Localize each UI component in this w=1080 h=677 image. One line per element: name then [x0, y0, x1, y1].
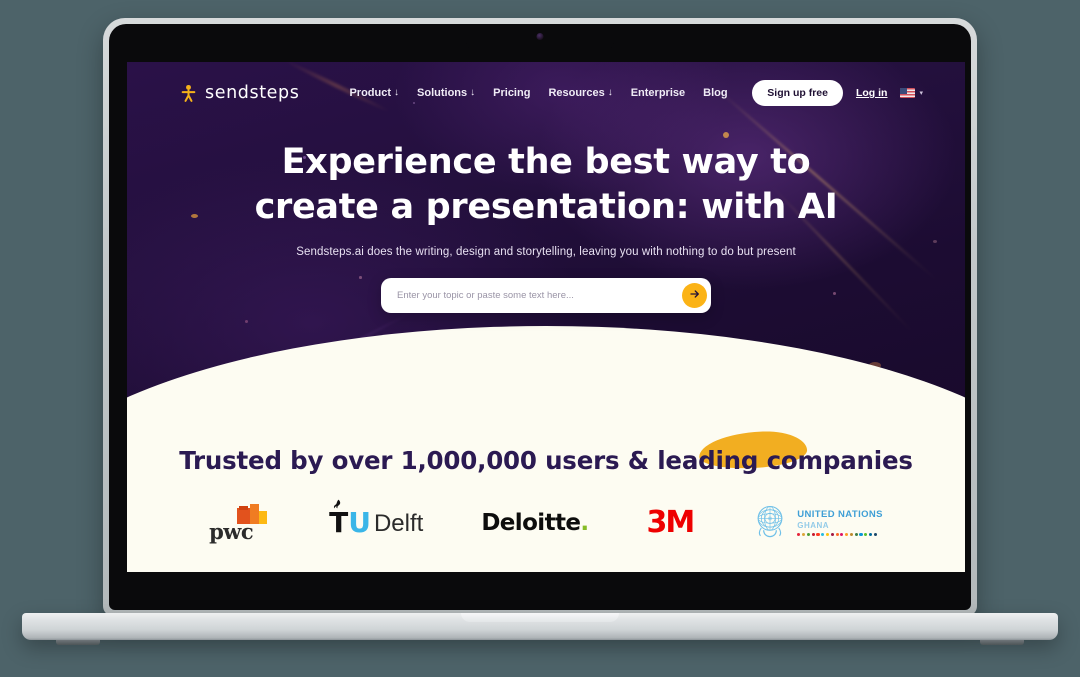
sign-up-free-button[interactable]: Sign up free: [752, 80, 843, 106]
nav-item-label: Solutions: [417, 87, 468, 99]
nav-item-enterprise[interactable]: Enterprise: [631, 87, 685, 99]
chevron-down-icon: ↓: [470, 87, 476, 98]
sdg-dot: [797, 532, 801, 537]
brand-name: sendsteps: [205, 83, 300, 103]
chevron-down-icon: ↓: [394, 87, 400, 98]
laptop-foot-left: [56, 640, 100, 645]
nav-item-label: Pricing: [493, 87, 531, 99]
language-selector[interactable]: ▾: [900, 88, 923, 98]
tu-delft-wordmark: Delft: [373, 509, 424, 537]
nav-item-solutions[interactable]: Solutions ↓: [417, 87, 475, 99]
chevron-down-icon: ↓: [607, 87, 613, 98]
nav-item-blog[interactable]: Blog: [703, 87, 727, 99]
laptop-lid: sendsteps Product ↓ Solutions ↓ Pricing …: [103, 18, 977, 616]
tu-delft-letter-u: U: [348, 505, 371, 539]
sdg-dot: [849, 532, 854, 537]
logo-united-nations-ghana: UNITED NATIONS GHANA: [751, 501, 883, 544]
trusted-by-title: Trusted by over 1,000,000 users & leadin…: [179, 446, 913, 475]
un-emblem-icon: [751, 501, 789, 544]
trusted-title-wrap: Trusted by over 1,000,000 users & leadin…: [127, 429, 965, 475]
topic-search-bar[interactable]: [381, 277, 711, 313]
us-flag-icon: [900, 88, 916, 98]
laptop-foot-right: [980, 640, 1024, 645]
laptop-base-notch: [461, 613, 619, 622]
webcam-notch: [466, 24, 614, 50]
nav-actions: Sign up free Log in ▾: [752, 80, 923, 106]
nav-item-label: Blog: [703, 87, 728, 99]
sdg-dot: [830, 532, 834, 537]
chevron-down-icon: ▾: [919, 89, 923, 97]
3m-wordmark: 3M: [646, 505, 696, 540]
hero-section: sendsteps Product ↓ Solutions ↓ Pricing …: [127, 62, 965, 424]
pwc-logo-mark: pwc: [209, 502, 271, 544]
nav-links: Product ↓ Solutions ↓ Pricing Resources …: [349, 87, 727, 99]
brand-logo[interactable]: sendsteps: [179, 83, 299, 103]
hero-content: Experience the best way to create a pres…: [127, 140, 965, 313]
sdg-dot: [864, 532, 868, 537]
topic-search-input[interactable]: [395, 288, 682, 302]
webcam-icon: [536, 33, 544, 40]
decorative-particle: [723, 132, 729, 138]
un-line-2: GHANA: [797, 520, 830, 530]
tu-delft-logo-mark: T U Delft: [329, 499, 424, 539]
scene: sendsteps Product ↓ Solutions ↓ Pricing …: [0, 0, 1080, 677]
un-text-block: UNITED NATIONS GHANA: [797, 508, 883, 537]
trusted-by-section: Trusted by over 1,000,000 users & leadin…: [127, 424, 965, 572]
sdg-dot: [816, 532, 820, 537]
nav-item-label: Product: [349, 87, 392, 99]
logo-deloitte: Deloitte.: [481, 509, 589, 536]
sdg-dot: [868, 532, 873, 537]
client-logo-row: pwc T U Delft Deloitte. 3M UNITED NATION…: [127, 499, 965, 544]
sdg-dot: [873, 532, 877, 537]
headline-line-1: Experience the best way to: [281, 142, 811, 182]
sdg-dot: [811, 532, 815, 537]
nav-item-label: Resources: [548, 87, 605, 99]
arrow-right-icon: [689, 288, 701, 303]
un-logo-mark: UNITED NATIONS GHANA: [751, 501, 883, 544]
browser-viewport: sendsteps Product ↓ Solutions ↓ Pricing …: [127, 62, 965, 572]
headline-line-2: create a presentation: with AI: [254, 186, 838, 227]
site-navigation: sendsteps Product ↓ Solutions ↓ Pricing …: [127, 62, 965, 124]
sdg-dot: [840, 532, 844, 537]
laptop-screen-bezel: sendsteps Product ↓ Solutions ↓ Pricing …: [109, 24, 971, 610]
deloitte-dot: .: [580, 509, 589, 536]
sdg-dot: [859, 532, 863, 537]
nav-item-pricing[interactable]: Pricing: [493, 87, 530, 99]
nav-item-resources[interactable]: Resources ↓: [548, 87, 612, 99]
trusted-title-highlight-word: companies: [766, 446, 913, 475]
sdg-dot: [802, 532, 806, 537]
sdg-dots: [797, 532, 883, 537]
sdg-dot: [825, 532, 830, 537]
nav-item-product[interactable]: Product ↓: [349, 87, 399, 99]
sdg-dot: [835, 532, 839, 537]
sdg-dot: [806, 532, 810, 537]
logo-pwc: pwc: [209, 502, 271, 544]
submit-topic-button[interactable]: [682, 282, 707, 308]
laptop-base: [22, 613, 1058, 645]
logo-3m: 3M: [646, 505, 696, 540]
flame-icon: [330, 499, 345, 519]
hero-headline: Experience the best way to create a pres…: [226, 140, 866, 230]
decorative-particle: [245, 320, 248, 323]
sdg-dot: [854, 532, 858, 537]
un-line-1: UNITED NATIONS: [797, 508, 883, 520]
sdg-dot: [845, 532, 849, 537]
deloitte-wordmark: Deloitte.: [481, 509, 589, 536]
logo-tu-delft: T U Delft: [329, 499, 424, 539]
log-in-link[interactable]: Log in: [856, 87, 888, 99]
person-figure-icon: [179, 84, 198, 103]
hero-subheadline: Sendsteps.ai does the writing, design an…: [296, 245, 796, 258]
pwc-wordmark: pwc: [209, 518, 254, 544]
hero-bottom-curve: [127, 326, 965, 424]
nav-item-label: Enterprise: [630, 87, 686, 99]
sdg-dot: [821, 532, 825, 537]
